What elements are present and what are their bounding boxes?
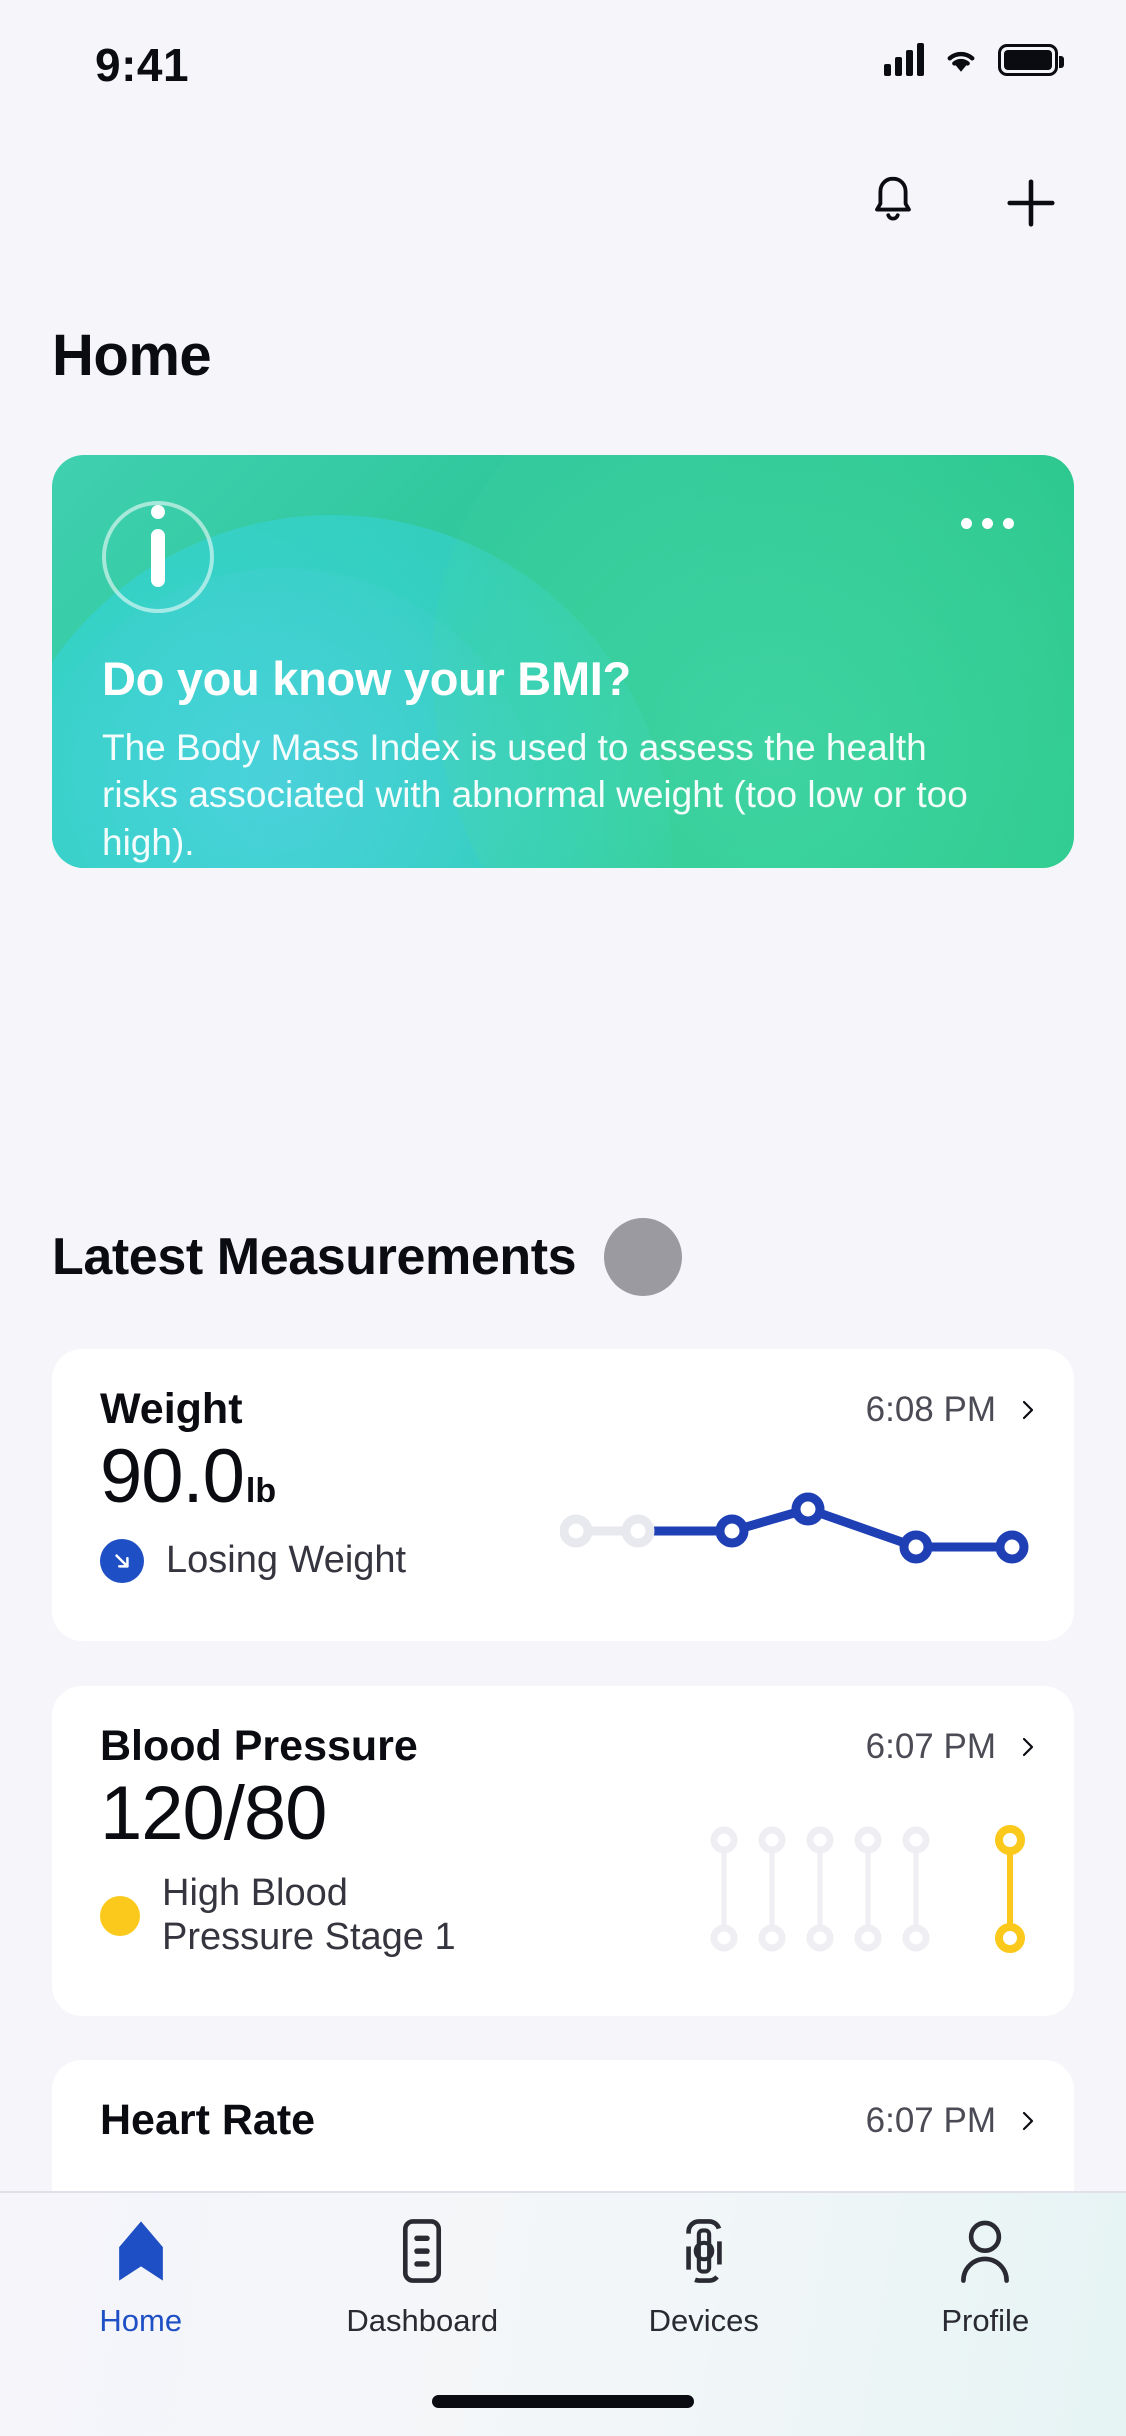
page-title: Home — [52, 323, 212, 388]
app-screen: 9:41 Home Do you know your BMI? The Body… — [0, 0, 1126, 2436]
measurement-name: Heart Rate — [100, 2096, 316, 2144]
home-indicator — [432, 2395, 694, 2408]
measurement-status-group: Losing Weight — [100, 1539, 406, 1583]
bell-icon — [875, 176, 911, 221]
tab-label: Profile — [941, 2303, 1030, 2338]
status-dot-icon — [100, 1895, 140, 1936]
person-icon — [961, 2220, 1010, 2283]
bmi-card-body: The Body Mass Index is used to assess th… — [102, 727, 968, 863]
avatar[interactable] — [604, 1218, 683, 1296]
devices-watch-icon — [686, 2219, 722, 2283]
arrow-down-right-icon — [100, 1539, 144, 1583]
chevron-right-icon — [1022, 2111, 1034, 2130]
battery-icon — [998, 44, 1064, 76]
tab-home[interactable]: Home — [0, 2215, 282, 2361]
chevron-right-icon — [1022, 1737, 1034, 1756]
tab-dashboard[interactable]: Dashboard — [282, 2215, 564, 2361]
measurement-card-blood-pressure[interactable]: Blood Pressure 6:07 PM 120/80 High Blood… — [52, 1686, 1074, 2016]
tab-label: Home — [99, 2303, 183, 2338]
status-bar-indicators — [884, 42, 1064, 76]
status-bar: 9:41 — [0, 0, 1126, 120]
latest-measurements-header: Latest Measurements — [52, 1218, 1074, 1296]
measurement-value-group: 90.0 lb — [100, 1433, 276, 1520]
section-title: Latest Measurements — [52, 1228, 577, 1286]
measurement-name: Blood Pressure — [100, 1722, 418, 1770]
home-icon — [118, 2221, 163, 2281]
blood-pressure-dumbbell-chart — [710, 1825, 1025, 1953]
measurement-time: 6:08 PM — [865, 1389, 996, 1429]
measurement-status-group: High Blood Pressure Stage 1 — [100, 1872, 502, 1959]
measurement-value: 120/80 — [100, 1771, 327, 1856]
chevron-right-icon — [1022, 1400, 1034, 1419]
dashboard-icon — [403, 2219, 442, 2283]
measurement-card-weight[interactable]: Weight 6:08 PM 90.0 lb Losing Weight — [52, 1349, 1074, 1641]
tab-profile[interactable]: Profile — [845, 2215, 1126, 2361]
bmi-info-card[interactable]: Do you know your BMI? The Body Mass Inde… — [52, 455, 1074, 868]
measurement-unit: lb — [245, 1472, 277, 1510]
status-bar-time: 9:41 — [95, 39, 190, 91]
measurement-value-group: 120/80 — [100, 1770, 328, 1857]
measurement-time: 6:07 PM — [865, 1726, 996, 1766]
plus-icon — [1007, 179, 1055, 227]
measurement-time: 6:07 PM — [865, 2100, 996, 2140]
tab-label: Dashboard — [346, 2303, 499, 2338]
wifi-icon — [947, 51, 975, 72]
top-action-bar — [850, 160, 1074, 246]
tab-devices[interactable]: Devices — [563, 2215, 845, 2361]
weight-sparkline-chart — [560, 1492, 1029, 1564]
bmi-card-title: Do you know your BMI? — [102, 652, 631, 705]
measurement-name: Weight — [100, 1385, 243, 1433]
measurement-status: Losing Weight — [166, 1539, 407, 1582]
add-measurement-button[interactable] — [988, 160, 1074, 246]
info-circle-icon — [102, 501, 214, 613]
tab-label: Devices — [648, 2303, 759, 2338]
bottom-navigation: Home Dashboard Devices Profile — [0, 2191, 1126, 2436]
cellular-signal-icon — [884, 42, 924, 76]
notifications-button[interactable] — [850, 160, 936, 246]
measurement-value: 90.0 — [100, 1434, 245, 1519]
measurement-status: High Blood Pressure Stage 1 — [162, 1872, 456, 1958]
